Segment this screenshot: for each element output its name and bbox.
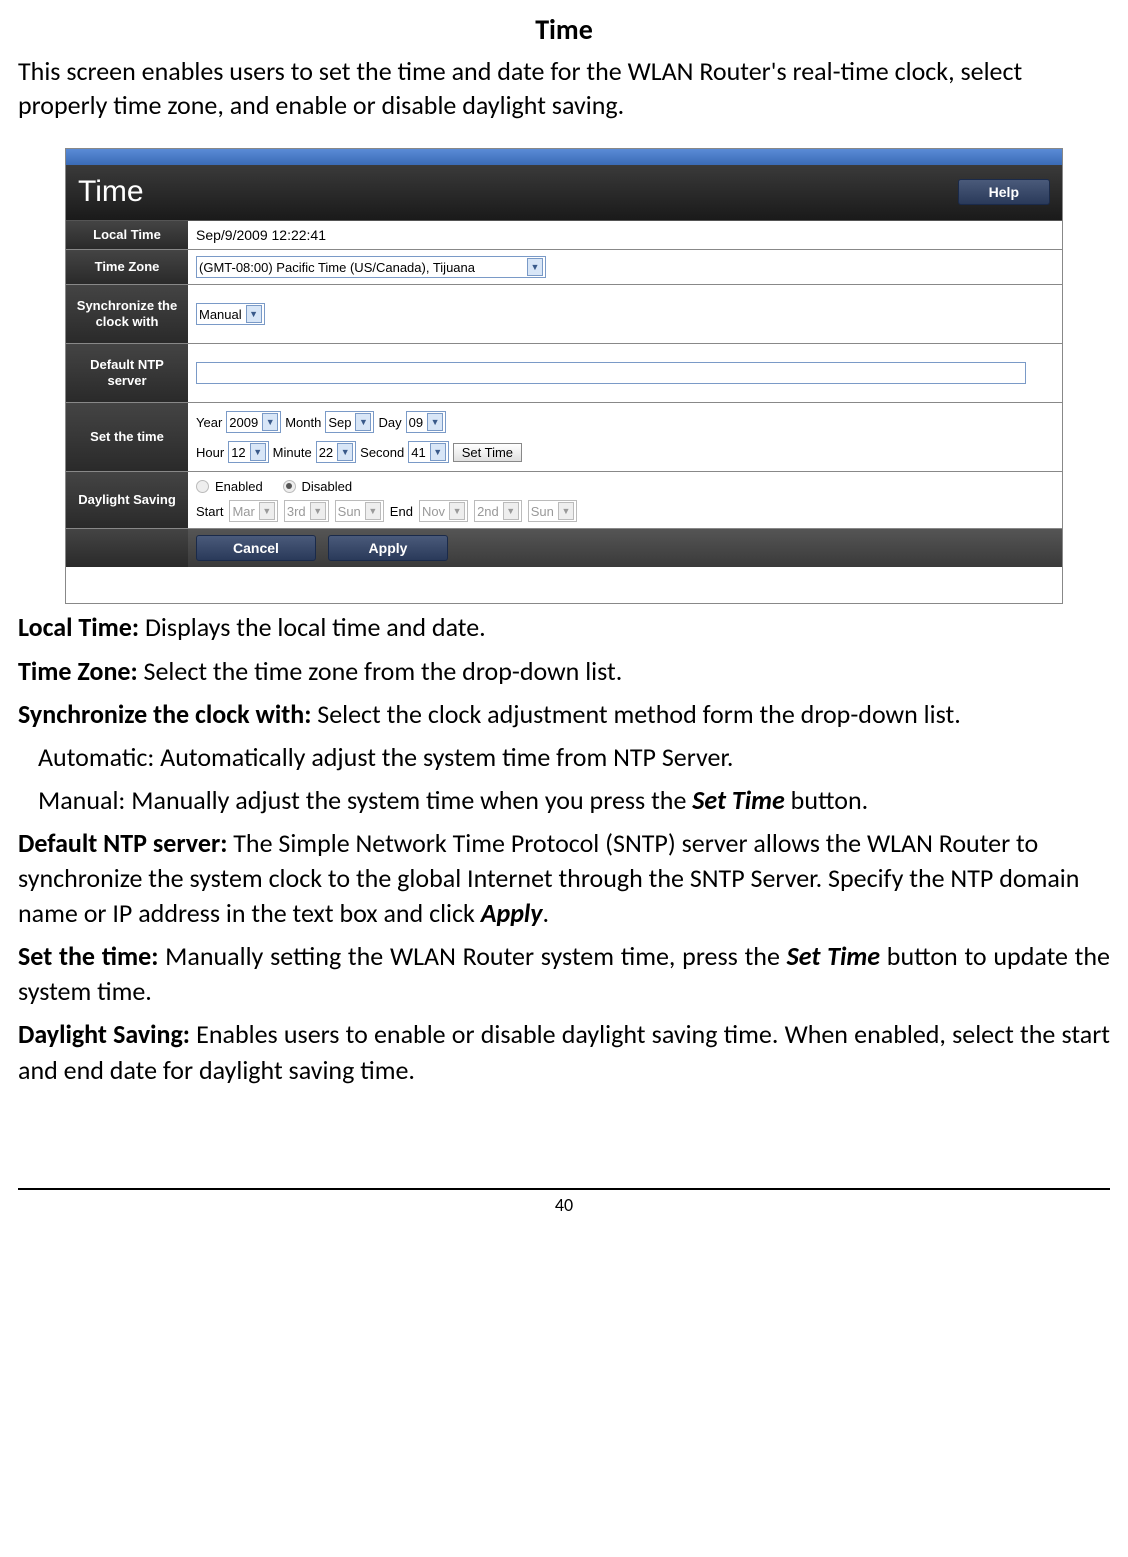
select-minute-text: 22 [319,445,333,460]
footer-row: Cancel Apply [66,529,1062,567]
chevron-down-icon: ▼ [310,502,326,520]
select-day-text: 09 [409,415,423,430]
footer-buttons: Cancel Apply [188,529,1062,567]
label-second: Second [360,445,404,460]
desc-set-time: Set the time: Manually setting the WLAN … [18,939,1110,1009]
chevron-down-icon: ▼ [427,413,443,431]
label-start: Start [196,504,223,519]
select-month[interactable]: Sep ▼ [325,411,374,433]
cancel-button[interactable]: Cancel [196,535,316,561]
select-end-day-text: Sun [531,504,554,519]
row-ntp: Default NTP server [66,344,1062,403]
value-local-time: Sep/9/2009 12:22:41 [188,221,1062,250]
value-daylight: Enabled Disabled Start Mar ▼ 3rd ▼ [188,472,1062,528]
window-titlebar [66,149,1062,165]
select-end-month[interactable]: Nov ▼ [419,500,468,522]
footer-label-spacer [66,529,188,567]
select-time-zone[interactable]: (GMT-08:00) Pacific Time (US/Canada), Ti… [196,256,546,278]
row-sync: Synchronize the clock with Manual ▼ [66,285,1062,344]
chevron-down-icon: ▼ [503,502,519,520]
select-end-month-text: Nov [422,504,445,519]
select-start-week-text: 3rd [287,504,306,519]
document-title: Time [18,12,1110,47]
input-ntp-server[interactable] [196,362,1026,384]
chevron-down-icon: ▼ [246,305,262,323]
chevron-down-icon: ▼ [365,502,381,520]
set-time-button[interactable]: Set Time [453,443,522,462]
row-local-time: Local Time Sep/9/2009 12:22:41 [66,221,1062,251]
label-daylight: Daylight Saving [66,472,188,528]
label-hour: Hour [196,445,224,460]
radio-disabled[interactable] [283,480,296,493]
desc-local-time: Local Time: Displays the local time and … [18,610,1110,645]
label-day: Day [378,415,401,430]
select-year-text: 2009 [229,415,258,430]
select-start-month[interactable]: Mar ▼ [229,500,277,522]
chevron-down-icon: ▼ [430,443,446,461]
desc-sync: Synchronize the clock with: Select the c… [18,697,1110,732]
panel-bottom-padding [66,567,1062,603]
desc-automatic: Automatic: Automatically adjust the syst… [18,740,1110,775]
radio-disabled-label: Disabled [302,479,353,494]
chevron-down-icon: ▼ [449,502,465,520]
label-time-zone: Time Zone [66,250,188,284]
screenshot-time-panel: Time Help Local Time Sep/9/2009 12:22:41… [65,148,1063,605]
label-month: Month [285,415,321,430]
desc-time-zone: Time Zone: Select the time zone from the… [18,654,1110,689]
apply-button[interactable]: Apply [328,535,448,561]
select-sync[interactable]: Manual ▼ [196,303,265,325]
desc-daylight: Daylight Saving: Enables users to enable… [18,1017,1110,1087]
row-time-zone: Time Zone (GMT-08:00) Pacific Time (US/C… [66,250,1062,285]
intro-paragraph: This screen enables users to set the tim… [18,55,1110,123]
page-footer: 40 [18,1188,1110,1216]
label-minute: Minute [273,445,312,460]
select-minute[interactable]: 22 ▼ [316,441,356,463]
radio-enabled[interactable] [196,480,209,493]
panel-title: Time [78,175,144,209]
chevron-down-icon: ▼ [262,413,278,431]
panel-body: Local Time Sep/9/2009 12:22:41 Time Zone… [66,221,1062,604]
label-ntp: Default NTP server [66,344,188,402]
select-year[interactable]: 2009 ▼ [226,411,281,433]
chevron-down-icon: ▼ [337,443,353,461]
value-time-zone: (GMT-08:00) Pacific Time (US/Canada), Ti… [188,250,1062,284]
value-ntp [188,344,1062,402]
label-set-time: Set the time [66,403,188,471]
label-sync: Synchronize the clock with [66,285,188,343]
select-sync-text: Manual [199,307,242,322]
desc-manual: Manual: Manually adjust the system time … [18,783,1110,818]
chevron-down-icon: ▼ [355,413,371,431]
row-daylight: Daylight Saving Enabled Disabled Start M… [66,472,1062,529]
select-second-text: 41 [411,445,425,460]
label-local-time: Local Time [66,221,188,250]
chevron-down-icon: ▼ [259,502,275,520]
row-set-time: Set the time Year 2009 ▼ Month Sep ▼ Day [66,403,1062,472]
description-section: Local Time: Displays the local time and … [18,610,1110,1087]
chevron-down-icon: ▼ [250,443,266,461]
select-start-day[interactable]: Sun ▼ [335,500,384,522]
value-set-time: Year 2009 ▼ Month Sep ▼ Day 09 ▼ [188,403,1062,471]
select-end-week[interactable]: 2nd ▼ [474,500,522,522]
desc-ntp: Default NTP server: The Simple Network T… [18,826,1110,931]
select-end-week-text: 2nd [477,504,499,519]
select-start-week[interactable]: 3rd ▼ [284,500,329,522]
chevron-down-icon: ▼ [527,258,543,276]
help-button[interactable]: Help [958,179,1050,205]
radio-enabled-label: Enabled [215,479,263,494]
select-start-day-text: Sun [338,504,361,519]
label-end: End [390,504,413,519]
select-hour[interactable]: 12 ▼ [228,441,268,463]
select-hour-text: 12 [231,445,245,460]
chevron-down-icon: ▼ [558,502,574,520]
select-month-text: Sep [328,415,351,430]
panel-header: Time Help [66,165,1062,221]
value-sync: Manual ▼ [188,285,1062,343]
page-number: 40 [555,1194,573,1216]
select-time-zone-text: (GMT-08:00) Pacific Time (US/Canada), Ti… [199,260,475,275]
select-day[interactable]: 09 ▼ [406,411,446,433]
select-start-month-text: Mar [232,504,254,519]
select-end-day[interactable]: Sun ▼ [528,500,577,522]
select-second[interactable]: 41 ▼ [408,441,448,463]
label-year: Year [196,415,222,430]
